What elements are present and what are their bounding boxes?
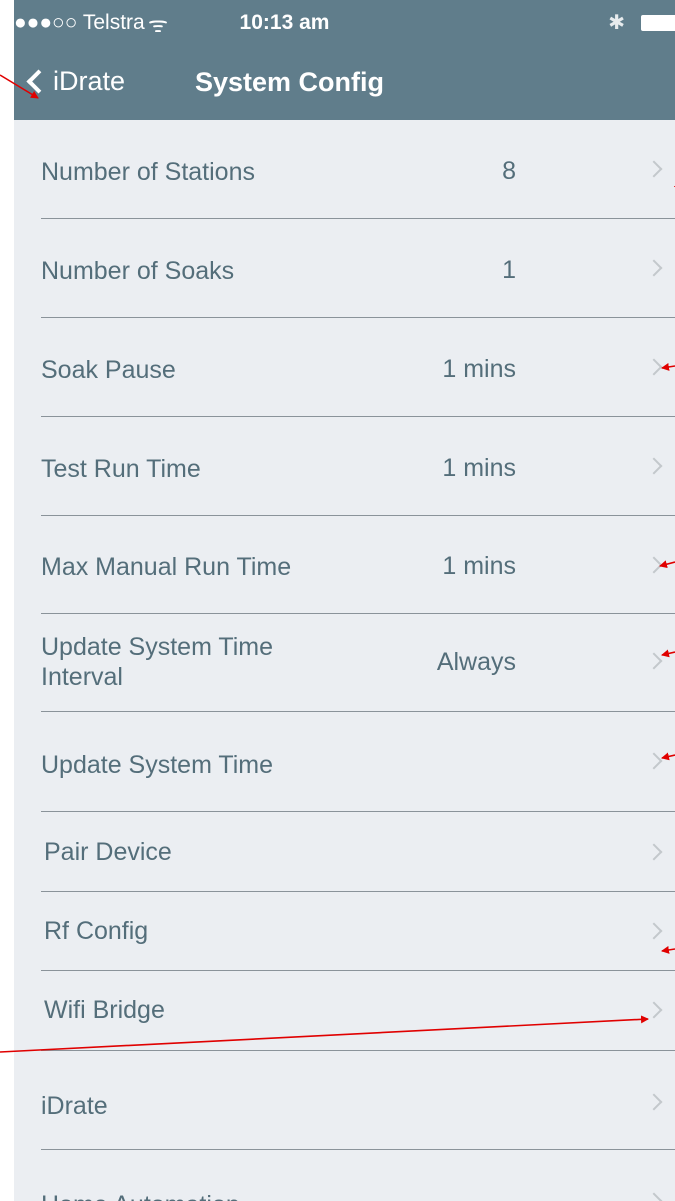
row-update-system-time-interval[interactable]: Update System Time Interval Always — [41, 614, 675, 712]
row-label: Max Manual Run Time — [41, 553, 292, 581]
chevron-right-icon — [645, 652, 663, 670]
row-soak-pause[interactable]: Soak Pause 1 mins — [41, 318, 675, 417]
row-test-run-time[interactable]: Test Run Time 1 mins — [41, 417, 675, 516]
chevron-right-icon — [645, 160, 663, 178]
phone-screen: ●●●○○ Telstra ᯤ 10:13 am ✱ iDrate System… — [0, 0, 675, 1201]
status-bar: ●●●○○ Telstra ᯤ 10:13 am ✱ — [14, 0, 675, 45]
row-label: Pair Device — [44, 838, 172, 866]
chevron-right-icon — [645, 843, 663, 861]
chevron-right-icon — [645, 752, 663, 770]
row-label: Wifi Bridge — [44, 996, 165, 1024]
row-label: Update System Time — [41, 751, 274, 779]
row-label: Rf Config — [44, 917, 149, 945]
row-value: 1 mins — [442, 355, 516, 383]
chevron-right-icon — [645, 1192, 663, 1201]
chevron-right-icon — [645, 1093, 663, 1111]
row-number-of-soaks[interactable]: Number of Soaks 1 — [41, 219, 675, 318]
bluetooth-icon: ✱ — [608, 12, 625, 34]
row-home-automation[interactable]: Home Automation — [41, 1150, 675, 1201]
row-max-manual-run-time[interactable]: Max Manual Run Time 1 mins — [41, 516, 675, 614]
row-value: 1 mins — [442, 552, 516, 580]
row-update-system-time[interactable]: Update System Time — [41, 712, 675, 812]
row-value: 1 mins — [442, 454, 516, 482]
row-value: 1 — [502, 256, 516, 284]
row-wifi-bridge[interactable]: Wifi Bridge — [41, 971, 675, 1051]
chevron-right-icon — [645, 259, 663, 277]
row-number-of-stations[interactable]: Number of Stations 8 — [41, 120, 675, 219]
chevron-right-icon — [645, 1001, 663, 1019]
chevron-right-icon — [645, 922, 663, 940]
row-label: Update System Time Interval — [41, 633, 274, 691]
row-label: Soak Pause — [41, 356, 176, 384]
chevron-right-icon — [645, 556, 663, 574]
row-pair-device[interactable]: Pair Device — [41, 812, 675, 892]
battery-icon — [641, 15, 675, 31]
row-label: Home Automation — [41, 1190, 371, 1201]
settings-list: Number of Stations 8 Number of Soaks 1 S… — [14, 120, 675, 1201]
row-label: Test Run Time — [41, 455, 201, 483]
row-label: iDrate — [41, 1092, 108, 1120]
chevron-right-icon — [645, 358, 663, 376]
row-label: Number of Stations — [41, 158, 255, 186]
row-idrate[interactable]: iDrate — [41, 1051, 675, 1150]
row-value: 8 — [502, 157, 516, 185]
status-time: 10:13 am — [239, 11, 330, 34]
row-label: Number of Soaks — [41, 257, 235, 285]
row-rf-config[interactable]: Rf Config — [41, 892, 675, 971]
navigation-bar: iDrate System Config — [14, 45, 675, 120]
page-title: System Config — [194, 67, 385, 97]
row-value: Always — [436, 648, 516, 676]
chevron-right-icon — [645, 457, 663, 475]
